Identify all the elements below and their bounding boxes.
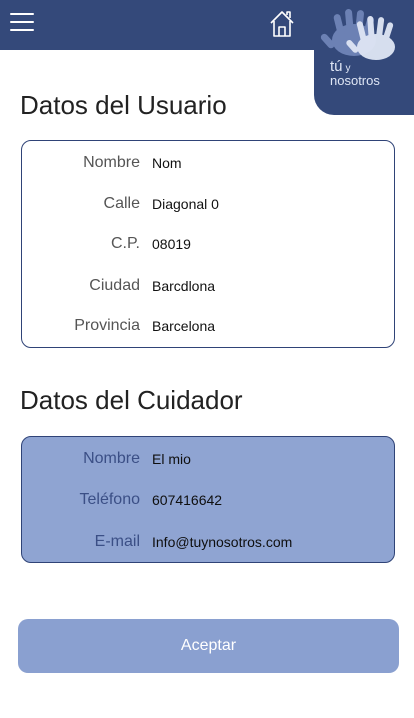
field-value: 08019 — [152, 236, 191, 252]
logo-text: tú y nosotros — [330, 59, 380, 87]
user-field-row: C.P. 08019 — [22, 232, 394, 256]
field-label: Teléfono — [79, 491, 141, 508]
field-label: Provincia — [74, 317, 140, 334]
user-info-card: Nombre Nom Calle Diagonal 0 C.P. 08019 C… — [21, 140, 395, 348]
carer-info-card: Nombre El mio Teléfono 607416642 E-mail … — [21, 436, 395, 563]
field-label: C.P. — [110, 235, 140, 252]
hamburger-menu-icon[interactable] — [10, 13, 34, 35]
field-value: Diagonal 0 — [152, 196, 219, 212]
field-label: Ciudad — [89, 277, 140, 294]
brand-logo: tú y nosotros — [314, 0, 414, 115]
user-field-row: Calle Diagonal 0 — [22, 192, 394, 216]
field-label: Calle — [103, 195, 140, 212]
accept-button[interactable]: Aceptar — [18, 619, 399, 673]
carer-field-row: Teléfono 607416642 — [22, 488, 394, 512]
field-value: Nom — [152, 155, 182, 171]
field-value: Barcdlona — [152, 278, 216, 294]
field-label: Nombre — [83, 154, 140, 171]
carer-section-title: Datos del Cuidador — [20, 385, 243, 415]
carer-field-row: E-mail Info@tuynosotros.com — [22, 530, 394, 554]
field-value: Barcelona — [152, 318, 216, 334]
user-field-row: Provincia Barcelona — [22, 314, 394, 338]
home-icon[interactable] — [267, 9, 297, 39]
user-field-row: Nombre Nom — [22, 151, 394, 175]
field-value: El mio — [152, 451, 191, 467]
carer-field-row: Nombre El mio — [22, 447, 394, 471]
field-label: Nombre — [83, 450, 140, 467]
user-field-row: Ciudad Barcdlona — [22, 274, 394, 298]
field-value: 607416642 — [152, 492, 223, 508]
field-label: E-mail — [94, 533, 140, 550]
user-section-title: Datos del Usuario — [20, 90, 227, 120]
logo-line2: nosotros — [330, 73, 380, 88]
field-value: Info@tuynosotros.com — [152, 534, 293, 550]
